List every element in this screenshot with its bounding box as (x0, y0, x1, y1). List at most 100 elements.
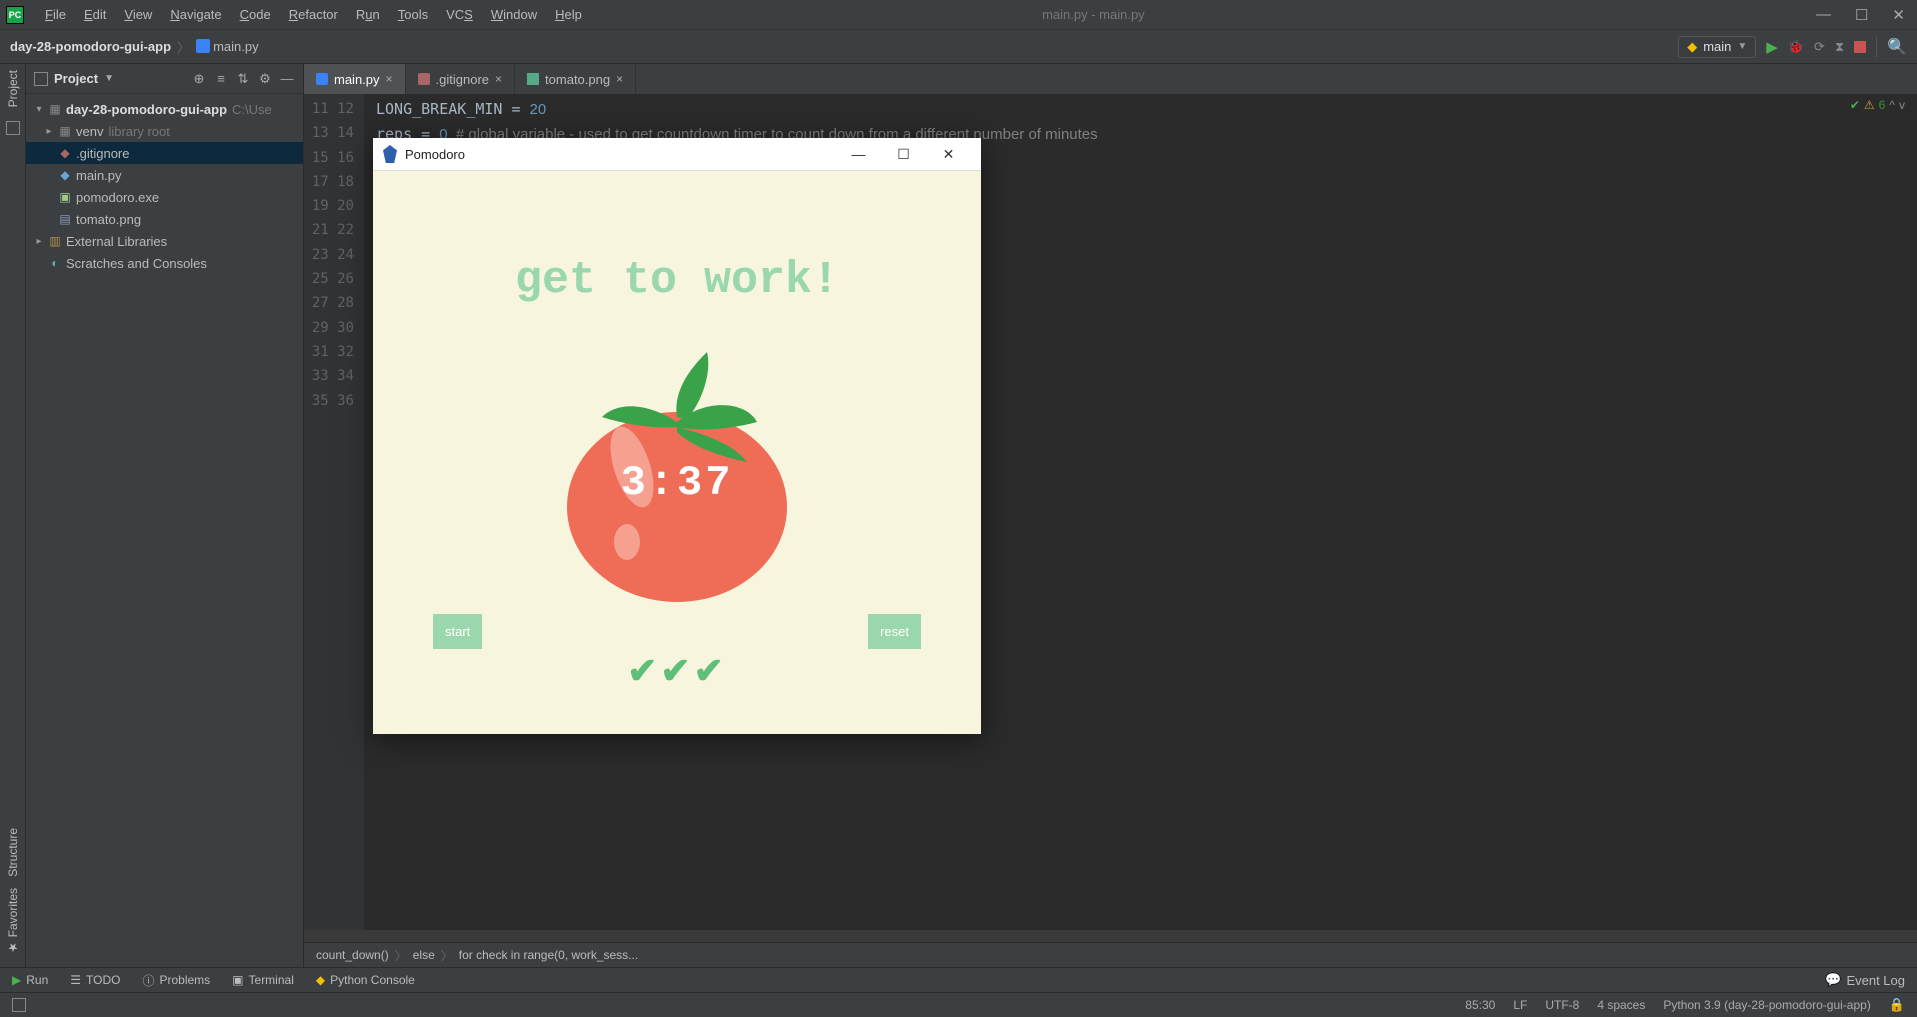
chevron-down-icon[interactable]: v (1899, 98, 1905, 112)
sidebar-tab-favorites[interactable]: ★ Favorites (6, 888, 20, 955)
line-number-gutter: 11 12 13 14 15 16 17 18 19 20 21 22 23 2… (304, 94, 364, 930)
menu-navigate[interactable]: Navigate (161, 7, 230, 22)
hide-panel-icon[interactable]: — (279, 71, 295, 86)
menu-file[interactable]: File (36, 7, 75, 22)
popup-titlebar[interactable]: Pomodoro — ☐ ✕ (373, 138, 981, 171)
timer-text: 3:37 (621, 459, 734, 507)
close-icon[interactable]: × (495, 72, 502, 86)
run-button[interactable]: ▶ (1766, 38, 1778, 56)
tree-external-libs[interactable]: ▸ ▥ External Libraries (26, 230, 303, 252)
library-icon: ▥ (46, 234, 64, 248)
popup-title: Pomodoro (405, 147, 465, 162)
sidebar-tab-project[interactable]: Project (6, 70, 20, 107)
tool-terminal[interactable]: ▣Terminal (232, 973, 294, 987)
sidebar-icon[interactable] (6, 121, 20, 135)
close-icon[interactable]: × (386, 72, 393, 86)
project-panel-title[interactable]: Project (54, 71, 98, 86)
python-file-icon (316, 73, 328, 85)
expand-toggle-icon[interactable]: ▸ (42, 126, 56, 137)
sidebar-tab-structure[interactable]: Structure (6, 828, 20, 877)
tab-gitignore[interactable]: .gitignore × (406, 64, 516, 94)
tool-python-console[interactable]: ◆Python Console (316, 973, 415, 987)
event-log[interactable]: 💬Event Log (1825, 972, 1905, 988)
chevron-down-icon[interactable]: ▼ (104, 73, 114, 84)
line-ending[interactable]: LF (1513, 998, 1527, 1012)
tool-run[interactable]: ▶Run (12, 973, 48, 987)
crumb-fn[interactable]: count_down() (316, 948, 389, 962)
ide-navbar: day-28-pomodoro-gui-app 〉 main.py ◆ main… (0, 30, 1917, 64)
chevron-down-icon: ▼ (1737, 41, 1747, 52)
stop-button[interactable] (1854, 41, 1866, 53)
tab-main[interactable]: main.py × (304, 64, 406, 94)
collapse-all-icon[interactable]: ⇅ (235, 71, 251, 87)
run-config-dropdown[interactable]: ◆ main ▼ (1678, 36, 1756, 58)
readonly-lock-icon[interactable]: 🔒 (1889, 997, 1905, 1013)
tab-tomato[interactable]: tomato.png × (515, 64, 636, 94)
run-config-name: main (1703, 39, 1731, 54)
image-file-icon: ▤ (56, 212, 74, 226)
inspection-badge[interactable]: ✔ ⚠ 6 ^ v (1850, 98, 1905, 112)
project-tree: ▾ ▦ day-28-pomodoro-gui-app C:\Use ▸ ▦ v… (26, 94, 303, 278)
expand-toggle-icon[interactable]: ▸ (32, 236, 46, 247)
tree-root[interactable]: ▾ ▦ day-28-pomodoro-gui-app C:\Use (26, 98, 303, 120)
session-check-marks: ✔✔✔ (373, 650, 981, 692)
tool-todo[interactable]: ☰TODO (70, 973, 120, 987)
popup-minimize-button[interactable]: — (836, 146, 881, 162)
caret-position[interactable]: 85:30 (1465, 998, 1495, 1012)
run-coverage-button[interactable]: ⟳ (1814, 39, 1825, 55)
select-opened-file-icon[interactable]: ⊕ (191, 71, 207, 87)
python-icon: ◆ (1687, 39, 1697, 55)
expand-all-icon[interactable]: ≡ (213, 71, 229, 86)
ide-close-icon[interactable]: ✕ (1892, 6, 1905, 24)
pycharm-logo-icon: PC (6, 6, 24, 24)
python-interpreter[interactable]: Python 3.9 (day-28-pomodoro-gui-app) (1663, 998, 1870, 1012)
indent-setting[interactable]: 4 spaces (1597, 998, 1645, 1012)
crumb-file[interactable]: main.py (196, 39, 259, 54)
tree-venv[interactable]: ▸ ▦ venv library root (26, 120, 303, 142)
todo-icon: ☰ (70, 973, 81, 987)
terminal-icon: ▣ (232, 973, 243, 987)
editor-tabs: main.py × .gitignore × tomato.png × (304, 64, 1917, 94)
tree-scratches[interactable]: ◐ Scratches and Consoles (26, 252, 303, 274)
speech-bubble-icon: 💬 (1825, 972, 1841, 988)
reset-button[interactable]: reset (868, 614, 921, 649)
project-panel: Project ▼ ⊕ ≡ ⇅ ⚙ — ▾ ▦ day-28-pomodoro-… (26, 64, 304, 967)
start-button[interactable]: start (433, 614, 482, 649)
menu-refactor[interactable]: Refactor (280, 7, 347, 22)
git-file-icon (418, 73, 430, 85)
crumb-else[interactable]: else (413, 948, 435, 962)
menu-code[interactable]: Code (231, 7, 280, 22)
warning-icon: ⚠ (1864, 98, 1875, 112)
file-encoding[interactable]: UTF-8 (1545, 998, 1579, 1012)
horizontal-scrollbar[interactable] (304, 930, 1917, 942)
tree-file-png[interactable]: ▤ tomato.png (26, 208, 303, 230)
chevron-up-icon[interactable]: ^ (1889, 98, 1895, 112)
project-panel-header: Project ▼ ⊕ ≡ ⇅ ⚙ — (26, 64, 303, 94)
profile-button[interactable]: ⧗ (1835, 39, 1844, 55)
tree-file-gitignore[interactable]: ◆ .gitignore (26, 142, 303, 164)
menu-view[interactable]: View (115, 7, 161, 22)
close-icon[interactable]: × (616, 72, 623, 86)
image-file-icon (527, 73, 539, 85)
tool-problems[interactable]: ⓘProblems (142, 972, 210, 989)
ide-titlebar: PC File Edit View Navigate Code Refactor… (0, 0, 1917, 30)
tool-window-toggle-icon[interactable] (12, 998, 26, 1012)
tree-file-main[interactable]: ◆ main.py (26, 164, 303, 186)
menu-edit[interactable]: Edit (75, 7, 115, 22)
tree-file-exe[interactable]: ▣ pomodoro.exe (26, 186, 303, 208)
project-view-icon[interactable] (34, 72, 48, 86)
python-file-icon (196, 39, 210, 53)
search-everywhere-button[interactable]: 🔍 (1887, 37, 1907, 57)
exe-file-icon: ▣ (56, 190, 74, 204)
popup-close-button[interactable]: ✕ (926, 146, 971, 163)
crumb-for[interactable]: for check in range(0, work_sess... (459, 948, 638, 962)
expand-toggle-icon[interactable]: ▾ (32, 104, 46, 115)
ide-maximize-icon[interactable]: ☐ (1855, 6, 1868, 24)
ide-minimize-icon[interactable]: — (1816, 6, 1831, 24)
debug-button[interactable]: 🐞 (1788, 39, 1804, 55)
crumb-project[interactable]: day-28-pomodoro-gui-app (10, 39, 171, 54)
settings-gear-icon[interactable]: ⚙ (257, 71, 273, 87)
folder-icon: ▦ (46, 102, 64, 116)
code-breadcrumb: count_down() 〉 else 〉 for check in range… (304, 942, 1917, 967)
popup-maximize-button[interactable]: ☐ (881, 146, 926, 163)
